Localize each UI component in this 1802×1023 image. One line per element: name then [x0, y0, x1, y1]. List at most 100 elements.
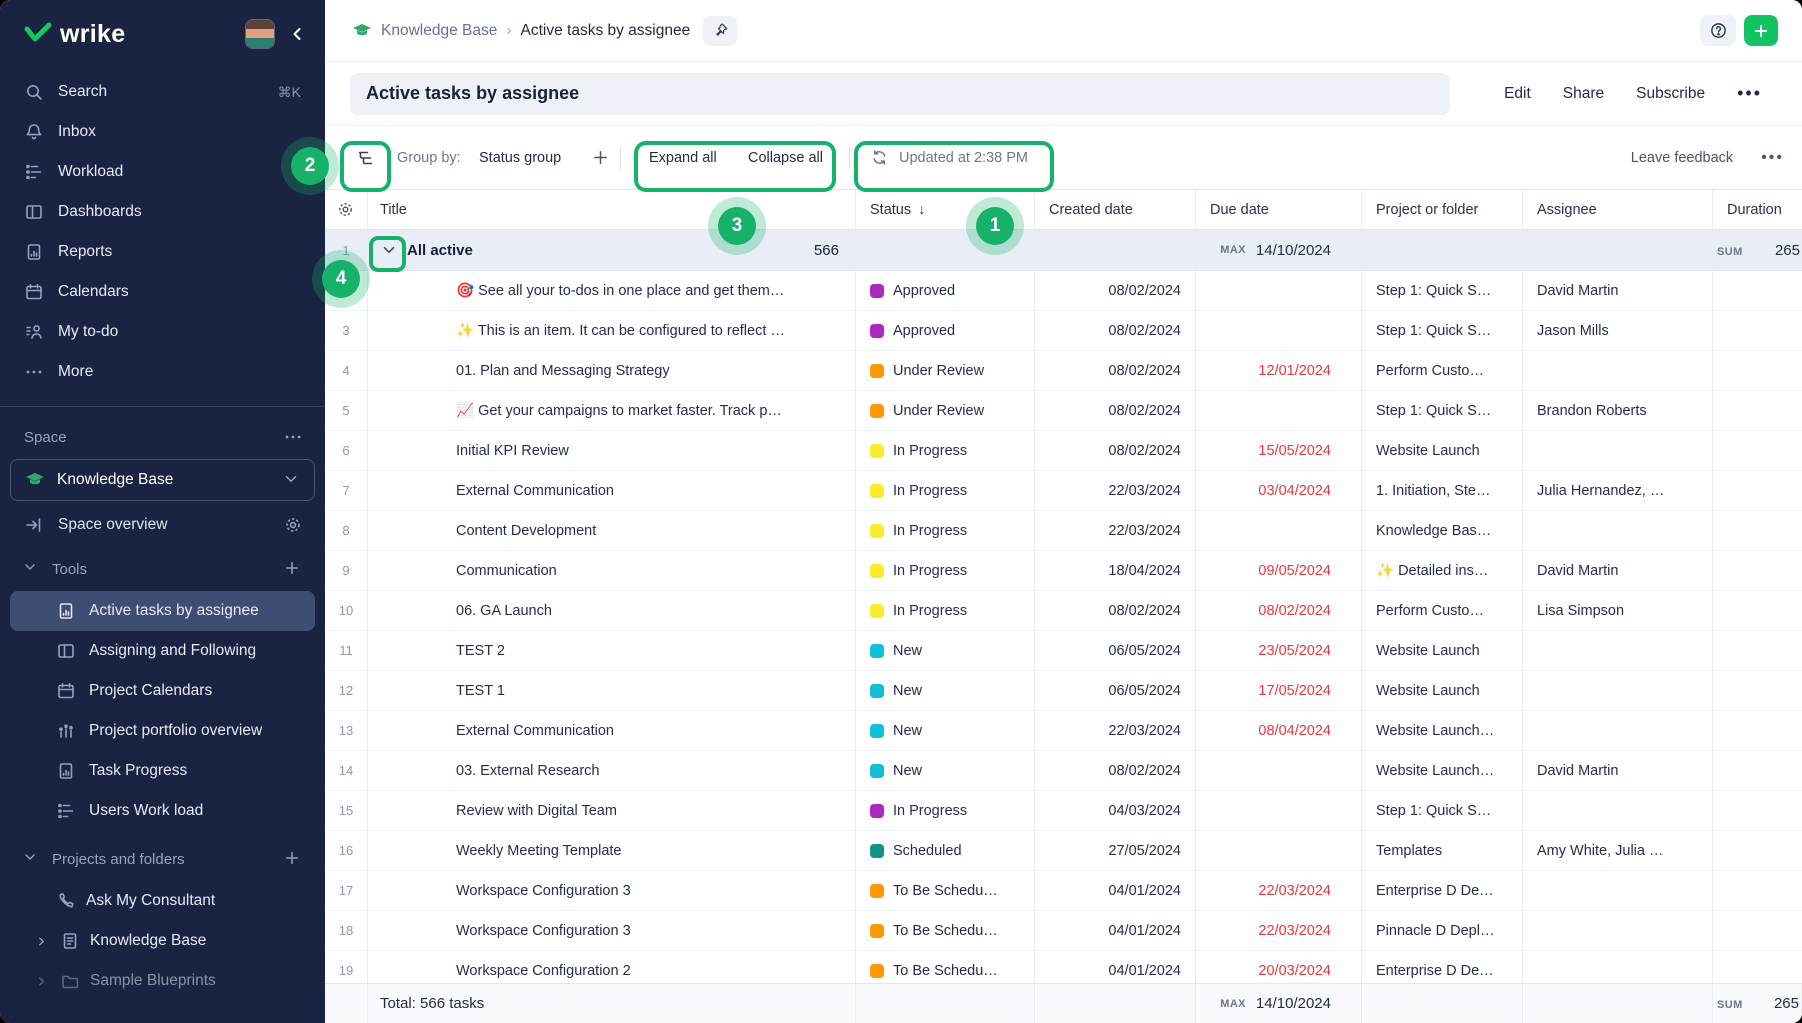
sidebar-item-task-progress[interactable]: Task Progress: [10, 751, 315, 791]
assignee[interactable]: Jason Mills: [1523, 311, 1713, 350]
assignee[interactable]: [1523, 351, 1713, 390]
table-row[interactable]: 5 📈 Get your campaigns to market faster.…: [325, 391, 1802, 431]
assignee[interactable]: David Martin: [1523, 551, 1713, 590]
project-or-folder[interactable]: Website Launch: [1362, 431, 1523, 470]
status-cell[interactable]: New: [856, 751, 1035, 790]
create-new-button[interactable]: [1744, 15, 1778, 46]
breadcrumb-space-link[interactable]: Knowledge Base: [381, 22, 497, 40]
collapse-group-chevron-icon[interactable]: [380, 241, 398, 259]
sidebar-item-calendars[interactable]: Calendars: [0, 272, 325, 312]
column-header-duration[interactable]: Duration: [1713, 190, 1802, 229]
assignee[interactable]: [1523, 511, 1713, 550]
status-cell[interactable]: In Progress: [856, 791, 1035, 830]
add-tool-icon[interactable]: [283, 559, 303, 579]
task-title[interactable]: Initial KPI Review: [456, 443, 569, 459]
project-or-folder[interactable]: Step 1: Quick S…: [1362, 311, 1523, 350]
project-or-folder[interactable]: Perform Custo…: [1362, 591, 1523, 630]
updated-at-label[interactable]: Updated at 2:38 PM: [899, 150, 1028, 166]
task-title[interactable]: Workspace Configuration 3: [456, 923, 631, 939]
column-header-status[interactable]: Status↓: [856, 190, 1035, 229]
table-row[interactable]: 10 06. GA Launch In Progress 08/02/2024 …: [325, 591, 1802, 631]
status-cell[interactable]: Approved: [856, 271, 1035, 310]
table-settings-gear-icon[interactable]: [336, 200, 356, 220]
sidebar-item-project-calendars[interactable]: Project Calendars: [10, 671, 315, 711]
project-or-folder[interactable]: Step 1: Quick S…: [1362, 391, 1523, 430]
table-row[interactable]: 15 Review with Digital Team In Progress …: [325, 791, 1802, 831]
status-cell[interactable]: In Progress: [856, 471, 1035, 510]
table-row[interactable]: 7 External Communication In Progress 22/…: [325, 471, 1802, 511]
table-row[interactable]: 14 03. External Research New 08/02/2024 …: [325, 751, 1802, 791]
project-or-folder[interactable]: Templates: [1362, 831, 1523, 870]
sidebar-item-users-work-load[interactable]: Users Work load: [10, 791, 315, 831]
status-cell[interactable]: To Be Schedu…: [856, 871, 1035, 910]
sidebar-item-sample-blueprints[interactable]: Sample Blueprints: [10, 961, 315, 1001]
project-or-folder[interactable]: Pinnacle D Depl…: [1362, 911, 1523, 950]
toolbar-more-icon[interactable]: •••: [1761, 149, 1784, 167]
refresh-icon[interactable]: [870, 148, 890, 168]
space-more-icon[interactable]: [283, 427, 303, 447]
group-by-value[interactable]: Status group: [479, 150, 561, 166]
column-header-project[interactable]: Project or folder: [1362, 190, 1523, 229]
task-title[interactable]: Content Development: [456, 523, 596, 539]
task-title[interactable]: Workspace Configuration 2: [456, 963, 631, 979]
group-row-all-active[interactable]: 1 All active 566 MAX14/10/2024 SUM265: [325, 230, 1802, 271]
project-or-folder[interactable]: Website Launch: [1362, 671, 1523, 710]
task-title[interactable]: Communication: [456, 563, 557, 579]
assignee[interactable]: [1523, 671, 1713, 710]
task-title[interactable]: TEST 2: [456, 643, 505, 659]
expand-all-button[interactable]: Expand all: [649, 150, 717, 166]
status-cell[interactable]: In Progress: [856, 551, 1035, 590]
project-or-folder[interactable]: Website Launch…: [1362, 751, 1523, 790]
assignee[interactable]: David Martin: [1523, 271, 1713, 310]
table-row[interactable]: 11 TEST 2 New 06/05/2024 23/05/2024 Webs…: [325, 631, 1802, 671]
task-title[interactable]: 01. Plan and Messaging Strategy: [456, 363, 670, 379]
assignee[interactable]: Amy White, Julia …: [1523, 831, 1713, 870]
task-title[interactable]: 📈 Get your campaigns to market faster. T…: [456, 402, 782, 419]
task-title[interactable]: 06. GA Launch: [456, 603, 552, 619]
wrike-logo[interactable]: wrike: [24, 20, 125, 49]
column-header-assignee[interactable]: Assignee: [1523, 190, 1713, 229]
report-title-input[interactable]: Active tasks by assignee: [350, 73, 1450, 115]
sidebar-item-my-to-do[interactable]: My to-do: [0, 312, 325, 352]
project-or-folder[interactable]: Enterprise D De…: [1362, 871, 1523, 910]
table-row[interactable]: 6 Initial KPI Review In Progress 08/02/2…: [325, 431, 1802, 471]
assignee[interactable]: Lisa Simpson: [1523, 591, 1713, 630]
project-or-folder[interactable]: Step 1: Quick S…: [1362, 271, 1523, 310]
column-header-created[interactable]: Created date: [1035, 190, 1196, 229]
assignee[interactable]: [1523, 871, 1713, 910]
edit-button[interactable]: Edit: [1504, 85, 1531, 103]
table-row[interactable]: 4 01. Plan and Messaging Strategy Under …: [325, 351, 1802, 391]
assignee[interactable]: [1523, 431, 1713, 470]
sidebar-item-knowledge-base[interactable]: Knowledge Base: [10, 921, 315, 961]
task-title[interactable]: External Communication: [456, 483, 614, 499]
subscribe-button[interactable]: Subscribe: [1636, 85, 1705, 103]
project-or-folder[interactable]: Website Launch: [1362, 631, 1523, 670]
project-or-folder[interactable]: Perform Custo…: [1362, 351, 1523, 390]
sidebar-item-more[interactable]: More: [0, 352, 325, 392]
assignee[interactable]: Julia Hernandez, …: [1523, 471, 1713, 510]
sidebar-item-ask-my-consultant[interactable]: Ask My Consultant: [10, 881, 315, 921]
assignee[interactable]: [1523, 631, 1713, 670]
task-title[interactable]: Weekly Meeting Template: [456, 843, 622, 859]
collapse-sidebar-icon[interactable]: [287, 24, 307, 44]
assignee[interactable]: [1523, 711, 1713, 750]
add-project-icon[interactable]: [283, 849, 303, 869]
sidebar-item-workload[interactable]: Workload: [0, 152, 325, 192]
table-row[interactable]: 2 🎯 See all your to-dos in one place and…: [325, 271, 1802, 311]
task-title[interactable]: Review with Digital Team: [456, 803, 617, 819]
table-row[interactable]: 17 Workspace Configuration 3 To Be Sched…: [325, 871, 1802, 911]
avatar[interactable]: [245, 19, 275, 49]
task-title[interactable]: ✨ This is an item. It can be configured …: [456, 322, 785, 339]
assignee[interactable]: David Martin: [1523, 751, 1713, 790]
status-cell[interactable]: Approved: [856, 311, 1035, 350]
pin-icon[interactable]: [703, 16, 737, 46]
table-row[interactable]: 9 Communication In Progress 18/04/2024 0…: [325, 551, 1802, 591]
column-header-title[interactable]: Title: [368, 190, 856, 229]
status-cell[interactable]: New: [856, 631, 1035, 670]
table-row[interactable]: 16 Weekly Meeting Template Scheduled 27/…: [325, 831, 1802, 871]
assignee[interactable]: Brandon Roberts: [1523, 391, 1713, 430]
projects-group-header[interactable]: Projects and folders: [0, 837, 325, 881]
status-cell[interactable]: Under Review: [856, 351, 1035, 390]
status-cell[interactable]: Under Review: [856, 391, 1035, 430]
sidebar-item-search[interactable]: Search ⌘K: [0, 72, 325, 112]
